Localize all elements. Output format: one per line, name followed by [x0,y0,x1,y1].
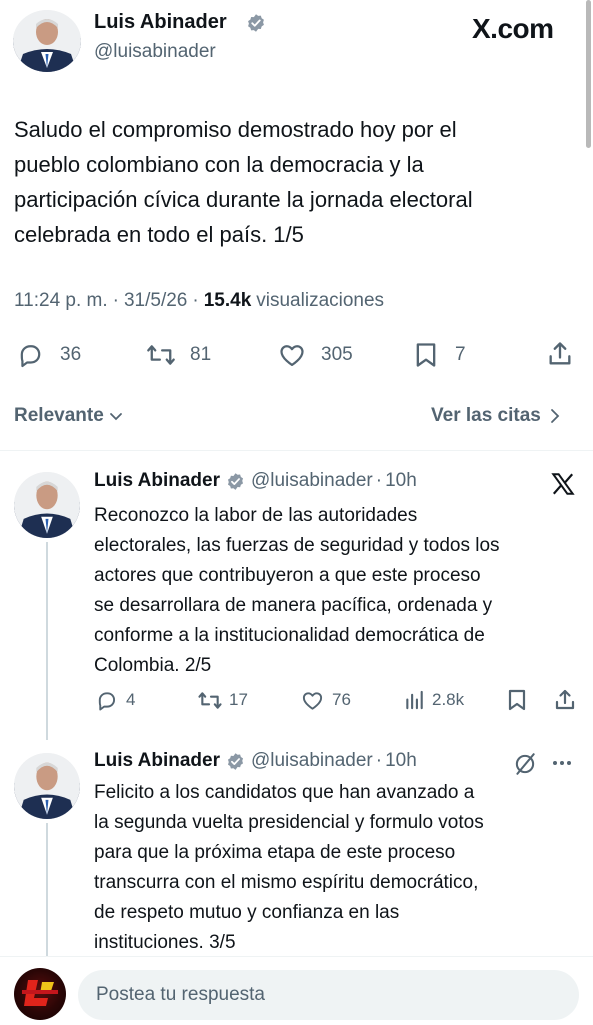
main-post-text: Saludo el compromiso demostrado hoy por … [14,112,584,252]
text-line: Colombia. 2/5 [94,655,212,676]
post-date[interactable]: 31/5/26 [124,290,187,312]
text-line: participación cívica durante la jornada … [14,187,473,212]
share-button[interactable] [546,340,574,373]
bookmark-count: 7 [455,344,466,365]
heart-icon [302,691,323,710]
reply-repost-button[interactable]: 17 [197,688,248,712]
text-line: celebrada en todo el país. 1/5 [14,222,304,247]
verified-badge-icon [227,752,244,770]
divider [0,450,593,451]
text-line: para que la próxima etapa de este proces… [94,842,456,863]
reply-avatar[interactable] [14,753,80,819]
text-line: pueblo colombiano con la democracia y la [14,152,424,177]
reply-like-button[interactable]: 76 [300,688,351,712]
repost-count: 17 [229,690,248,709]
main-author-handle[interactable]: @luisabinader [94,41,216,63]
x-domain-watermark: X.com [472,13,554,44]
reply-avatar[interactable] [14,472,80,538]
text-line: la segunda vuelta presidencial y formulo… [94,812,484,833]
reply-input-placeholder: Postea tu respuesta [96,984,265,1005]
chevron-right-icon [550,409,560,423]
text-line: conforme a la institucionalidad democrát… [94,625,485,646]
like-count: 76 [332,690,351,709]
analytics-icon [406,690,423,709]
reply-count: 4 [126,690,136,709]
separator: · [192,290,199,311]
main-author-name[interactable]: Luis Abinader [94,11,227,34]
share-icon [555,689,575,710]
grok-icon[interactable] [512,751,538,777]
reply-input[interactable]: Postea tu respuesta [78,970,579,1020]
view-quotes-link[interactable]: Ver las citas [431,405,561,427]
reply-icon [98,691,116,710]
reply-count: 36 [60,344,82,365]
person-avatar-icon [14,472,80,538]
reply-header: Luis Abinader @luisabinader · 10h [94,470,417,492]
reply-author-name[interactable]: Luis Abinader [94,750,220,772]
view-quotes-label: Ver las citas [431,405,541,426]
text-line: Reconozco la labor de las autoridades [94,505,418,526]
sort-relevant-label: Relevante [14,405,104,426]
repost-button[interactable]: 81 [146,340,211,370]
main-author-avatar[interactable] [13,10,81,72]
separator: · [375,750,383,771]
text-line: de respeto mutuo y confianza en las [94,902,400,923]
reply-time[interactable]: 10h [385,470,417,492]
x-logo-icon [551,473,575,495]
reply-text: Reconozco la labor de las autoridades el… [94,501,589,681]
person-avatar-icon [13,10,81,72]
share-icon [549,342,571,365]
current-user-avatar[interactable] [14,968,66,1020]
reply-reply-button[interactable]: 4 [95,688,135,712]
reply-author-handle[interactable]: @luisabinader [251,750,373,772]
bookmark-button[interactable]: 7 [413,340,466,370]
more-options-icon[interactable] [553,761,571,765]
reply-views-button[interactable]: 2.8k [403,688,464,712]
text-line: electorales, las fuerzas de seguridad y … [94,535,500,556]
reply-button[interactable]: 36 [16,340,81,370]
sort-relevant-dropdown[interactable]: Relevante [14,405,123,427]
reply-header: Luis Abinader @luisabinader · 10h [94,750,417,772]
text-line: transcurra con el mismo espíritu democrá… [94,872,479,893]
verified-badge-icon [248,14,264,32]
views-count: 15.4k [203,290,252,311]
verified-badge-icon [227,472,244,490]
text-line: instituciones. 3/5 [94,932,236,953]
repost-count: 81 [190,344,212,365]
bookmark-icon [416,343,436,367]
thread-connector [46,823,48,958]
separator: · [112,290,119,311]
thread-connector [46,542,48,740]
text-line: se desarrollara de manera pacífica, orde… [94,595,493,616]
text-line: actores que contribuyeron a que este pro… [94,565,481,586]
reply-share-button[interactable] [553,688,577,717]
reply-time[interactable]: 10h [385,750,417,772]
reply-icon [20,345,41,368]
user-logo-icon [22,980,58,1006]
reply-bookmark-button[interactable] [506,688,528,717]
reply-author-handle[interactable]: @luisabinader [251,470,373,492]
text-line: Felicito a los candidatos que han avanza… [94,782,475,803]
post-meta: 11:24 p. m. · 31/5/26 · 15.4k visualizac… [14,290,384,312]
views-count: 2.8k [432,690,465,709]
like-count: 305 [321,344,353,365]
person-avatar-icon [14,753,80,819]
reply-text: Felicito a los candidatos que han avanza… [94,778,589,958]
separator: · [375,470,383,491]
heart-icon [280,345,304,367]
chevron-down-icon [109,413,122,421]
text-line: Saludo el compromiso demostrado hoy por … [14,117,457,142]
reply-author-name[interactable]: Luis Abinader [94,470,220,492]
scrollbar[interactable] [586,0,591,148]
bookmark-icon [508,689,526,711]
repost-icon [147,345,175,365]
post-time[interactable]: 11:24 p. m. [14,290,108,312]
like-button[interactable]: 305 [277,340,353,370]
views-label: visualizaciones [256,290,385,311]
repost-icon [198,691,222,709]
